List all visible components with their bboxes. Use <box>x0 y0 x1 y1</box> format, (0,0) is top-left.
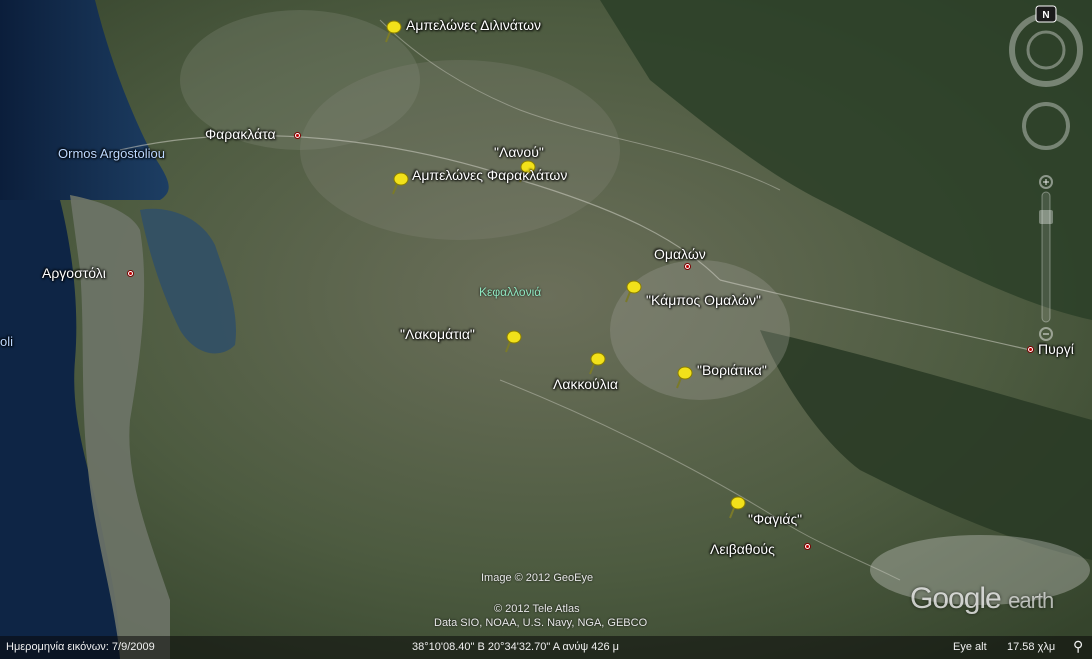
north-label: N <box>1042 10 1050 21</box>
look-joystick-icon[interactable] <box>1026 30 1066 70</box>
compass-ring-icon[interactable] <box>1009 13 1083 87</box>
place-label-kampos-omalon[interactable]: "Κάμπος Ομαλών" <box>646 292 761 308</box>
pushpin-icon[interactable] <box>726 494 748 520</box>
place-label-omalon[interactable]: Ομαλών <box>654 246 706 262</box>
place-label-ampelones-faraklaton[interactable]: Αμπελώνες Φαρακλάτων <box>412 167 567 183</box>
imagery-date: Ημερομηνία εικόνων: 7/9/2009 <box>6 641 155 653</box>
coordinates-readout: 38°10'08.40" Β 20°34'32.70" Α ανύψ 426 μ <box>412 641 620 653</box>
zoom-slider-handle[interactable] <box>1039 210 1053 224</box>
town-marker[interactable] <box>684 263 691 270</box>
town-marker[interactable] <box>294 132 301 139</box>
pushpin-icon[interactable] <box>389 170 411 196</box>
credit-teleatlas: © 2012 Tele Atlas <box>494 603 580 615</box>
status-bar: Ημερομηνία εικόνων: 7/9/2009 38°10'08.40… <box>0 636 1092 659</box>
map-view[interactable]: Αμπελώνες Διλινάτων Φαρακλάτα Ormos Argo… <box>0 0 1092 659</box>
place-label-lanou[interactable]: "Λανού" <box>494 144 544 160</box>
pushpin-icon[interactable] <box>622 278 644 304</box>
place-label-lakkoulia[interactable]: Λακκούλια <box>553 376 618 392</box>
place-label-lakomatia[interactable]: "Λακομάτια" <box>400 326 475 342</box>
town-marker[interactable] <box>127 270 134 277</box>
eye-alt-label: Eye alt <box>953 641 987 653</box>
place-label-argostoli[interactable]: Αργοστόλι <box>42 265 106 281</box>
place-label-farakla[interactable]: Φαρακλάτα <box>205 126 276 142</box>
google-earth-logo: Google earth <box>910 582 1054 616</box>
place-label-voriatika[interactable]: "Βοριάτικα" <box>697 362 767 378</box>
pushpin-icon[interactable] <box>673 364 695 390</box>
pushpin-icon[interactable] <box>382 18 404 44</box>
place-label-ampelones-dilinaton[interactable]: Αμπελώνες Διλινάτων <box>406 17 541 33</box>
logo-earth-text: earth <box>1008 588 1054 613</box>
place-label-ormos[interactable]: Ormos Argostoliou <box>58 146 165 162</box>
move-joystick-icon[interactable] <box>1022 102 1070 150</box>
place-label-leivathous[interactable]: Λειβαθούς <box>710 541 775 557</box>
navigation-controls: N <box>1008 4 1092 364</box>
search-icon: ⚲ <box>1073 638 1084 654</box>
credit-geoeye: Image © 2012 GeoEye <box>481 572 594 584</box>
region-label-kefalonia[interactable]: Κεφαλλονιά <box>479 284 541 300</box>
pushpin-icon[interactable] <box>586 350 608 376</box>
logo-google-text: Google <box>910 582 1002 615</box>
nav-controls-graphic <box>1009 5 1083 341</box>
eye-alt-value: 17.58 χλμ <box>1007 641 1056 653</box>
pushpin-icon[interactable] <box>502 328 524 354</box>
place-label-oli[interactable]: oli <box>0 334 13 350</box>
place-label-fagias[interactable]: "Φαγιάς" <box>748 511 802 527</box>
satellite-imagery <box>0 0 1092 659</box>
credit-data: Data SIO, NOAA, U.S. Navy, NGA, GEBCO <box>434 617 648 629</box>
town-marker[interactable] <box>804 543 811 550</box>
